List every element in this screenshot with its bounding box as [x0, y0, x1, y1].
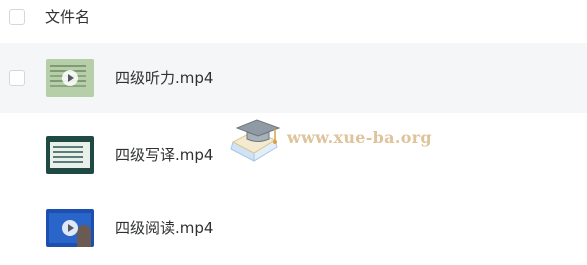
file-name[interactable]: 四级听力.mp4 [115, 67, 213, 89]
video-thumbnail[interactable] [46, 59, 94, 97]
select-all-checkbox[interactable] [9, 9, 25, 25]
file-row[interactable]: 四级听力.mp4 [0, 43, 587, 113]
file-name[interactable]: 四级写译.mp4 [115, 144, 213, 166]
play-icon [62, 70, 78, 86]
file-list-panel: 文件名 四级听力.mp4 四级写译.mp4 四级阅读.mp4 www.xue-b… [0, 0, 587, 265]
file-list-header: 文件名 [0, 0, 587, 38]
video-thumbnail[interactable] [46, 136, 94, 174]
row-checkbox[interactable] [9, 70, 25, 86]
play-icon [62, 220, 78, 236]
file-row[interactable]: 四级阅读.mp4 [0, 193, 587, 263]
graduation-cap-icon [230, 119, 281, 162]
video-thumbnail[interactable] [46, 209, 94, 247]
watermark-text: www.xue-ba.org [287, 128, 432, 147]
file-name[interactable]: 四级阅读.mp4 [115, 217, 213, 239]
column-header-filename[interactable]: 文件名 [45, 6, 90, 28]
watermark: www.xue-ba.org [227, 117, 432, 167]
